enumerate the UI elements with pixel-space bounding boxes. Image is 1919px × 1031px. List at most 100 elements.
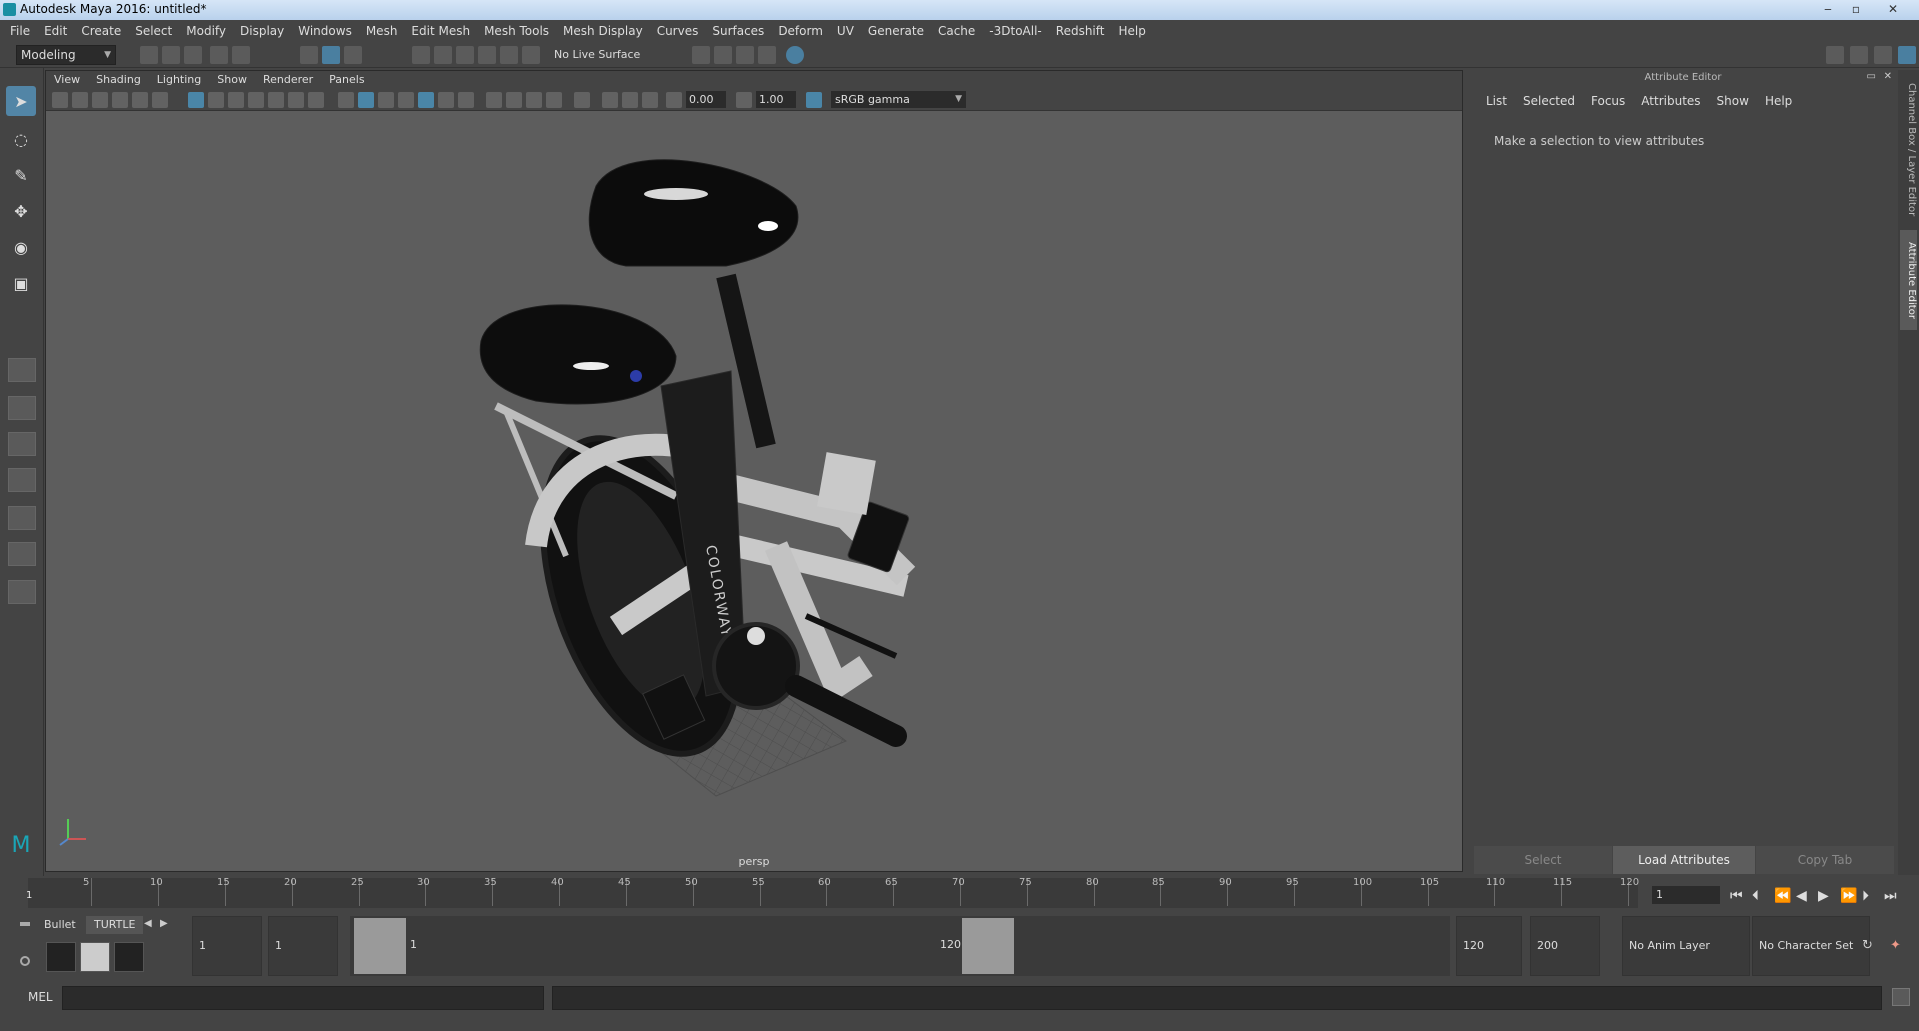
camera-attributes-icon[interactable] [72, 92, 88, 108]
persp-outliner-layout-icon[interactable] [8, 432, 36, 456]
snap-live-icon[interactable] [500, 46, 518, 64]
snap-view-plane-icon[interactable] [478, 46, 496, 64]
maximize-icon[interactable]: ▫ [1843, 1, 1869, 17]
shelf-tab-bullet[interactable]: Bullet [36, 916, 84, 934]
isolate-select-icon[interactable] [574, 92, 590, 108]
anti-aliasing-icon[interactable] [642, 92, 658, 108]
playback-end-field[interactable]: 120 [1456, 916, 1522, 976]
menu-display[interactable]: Display [233, 20, 291, 42]
minimize-icon[interactable]: ‒ [1815, 1, 1841, 17]
persp-hypershade-layout-icon[interactable] [8, 506, 36, 530]
menu-deform[interactable]: Deform [771, 20, 830, 42]
wireframe-on-shaded-icon[interactable] [398, 92, 414, 108]
gamma-field[interactable]: 1.00 [756, 91, 796, 108]
hud-icon[interactable] [602, 92, 618, 108]
move-tool-icon[interactable]: ✥ [6, 196, 36, 226]
play-backwards-icon[interactable]: ◀ [1796, 888, 1807, 904]
step-forward-icon[interactable]: ⏵ [1862, 888, 1869, 904]
ae-menu-attributes[interactable]: Attributes [1633, 94, 1708, 108]
menu-cache[interactable]: Cache [931, 20, 982, 42]
attribute-editor-tab[interactable]: Attribute Editor [1900, 230, 1917, 330]
turtle-sphere-shelf-icon[interactable] [114, 942, 144, 972]
ae-menu-selected[interactable]: Selected [1515, 94, 1583, 108]
script-language-label[interactable]: MEL [28, 990, 53, 1004]
menu-set-dropdown[interactable]: Modeling ▼ [16, 45, 116, 65]
menu-edit-mesh[interactable]: Edit Mesh [404, 20, 477, 42]
xray-active-icon[interactable] [506, 92, 522, 108]
ae-menu-help[interactable]: Help [1757, 94, 1800, 108]
auto-key-icon[interactable]: ↻ [1862, 938, 1873, 953]
shelf-scroll-left-icon[interactable]: ◀ [144, 918, 152, 929]
animation-preferences-icon[interactable]: ✦ [1890, 938, 1901, 953]
menu-surfaces[interactable]: Surfaces [705, 20, 771, 42]
select-object-icon[interactable] [322, 46, 340, 64]
persp-graph-layout-icon[interactable] [8, 468, 36, 492]
tool-settings-icon[interactable] [1874, 46, 1892, 64]
panel-menu-show[interactable]: Show [209, 71, 255, 89]
save-scene-icon[interactable] [184, 46, 202, 64]
paint-select-tool-icon[interactable]: ✎ [6, 160, 36, 190]
menu-mesh[interactable]: Mesh [359, 20, 405, 42]
gamma-icon[interactable] [736, 92, 752, 108]
ae-menu-focus[interactable]: Focus [1583, 94, 1633, 108]
outliner-persp-layout-icon[interactable] [8, 542, 36, 566]
range-slider[interactable]: 1 120 [350, 916, 1450, 976]
panel-menu-shading[interactable]: Shading [88, 71, 149, 89]
script-editor-icon[interactable] [1892, 988, 1910, 1006]
xray-joints-icon[interactable] [526, 92, 542, 108]
safe-action-icon[interactable] [288, 92, 304, 108]
open-scene-icon[interactable] [162, 46, 180, 64]
menu-help[interactable]: Help [1111, 20, 1152, 42]
render-view-icon[interactable] [786, 46, 804, 64]
four-view-layout-icon[interactable] [8, 396, 36, 420]
render-current-frame-icon[interactable] [692, 46, 710, 64]
copy-tab-button[interactable]: Copy Tab [1756, 846, 1894, 874]
live-surface-field[interactable]: No Live Surface [550, 45, 646, 65]
menu-file[interactable]: File [0, 20, 37, 42]
animation-start-field[interactable]: 1 [192, 916, 262, 976]
select-component-icon[interactable] [344, 46, 362, 64]
render-settings-icon[interactable] [736, 46, 754, 64]
ae-menu-list[interactable]: List [1478, 94, 1515, 108]
shelf-scroll-right-icon[interactable]: ▶ [160, 918, 168, 929]
close-icon[interactable]: ✕ [1880, 1, 1906, 17]
shelf-tab-turtle[interactable]: TURTLE [86, 916, 144, 934]
menu-create[interactable]: Create [74, 20, 128, 42]
color-management-icon[interactable] [806, 92, 822, 108]
range-start-handle[interactable] [354, 918, 406, 974]
menu-mesh-tools[interactable]: Mesh Tools [477, 20, 556, 42]
custom-layout-icon[interactable] [8, 580, 36, 604]
select-hierarchy-icon[interactable] [300, 46, 318, 64]
shelf-menu-icon[interactable] [20, 922, 30, 926]
bookmark-icon[interactable] [92, 92, 108, 108]
panel-menu-renderer[interactable]: Renderer [255, 71, 321, 89]
scale-tool-icon[interactable]: ▣ [6, 268, 36, 298]
float-panel-icon[interactable]: ▭ [1867, 71, 1876, 82]
xray-icon[interactable] [486, 92, 502, 108]
menu-modify[interactable]: Modify [179, 20, 233, 42]
lasso-tool-icon[interactable]: ◌ [6, 124, 36, 154]
step-back-icon[interactable]: ⏴ [1752, 888, 1759, 904]
exposure-icon[interactable] [666, 92, 682, 108]
resolution-gate-icon[interactable] [228, 92, 244, 108]
channel-box-tab[interactable]: Channel Box / Layer Editor [1900, 80, 1917, 220]
menu-select[interactable]: Select [128, 20, 179, 42]
ambient-occlusion-icon[interactable] [546, 92, 562, 108]
play-forwards-icon[interactable]: ▶ [1818, 888, 1829, 904]
snap-point-icon[interactable] [456, 46, 474, 64]
ae-menu-show[interactable]: Show [1709, 94, 1757, 108]
step-forward-key-icon[interactable]: ⏩ [1840, 888, 1857, 904]
channel-box-toggle-icon[interactable] [1898, 46, 1916, 64]
range-end-handle[interactable] [962, 918, 1014, 974]
use-all-lights-icon[interactable] [438, 92, 454, 108]
film-gate-icon[interactable] [208, 92, 224, 108]
command-input[interactable] [62, 986, 544, 1010]
turtle-bake-shelf-icon[interactable] [80, 942, 110, 972]
default-material-icon[interactable] [378, 92, 394, 108]
close-panel-icon[interactable]: ✕ [1884, 71, 1892, 82]
character-set-dropdown[interactable]: No Character Set [1752, 916, 1870, 976]
shadows-icon[interactable] [458, 92, 474, 108]
grid-icon[interactable] [188, 92, 204, 108]
current-frame-field[interactable]: 1 [1652, 886, 1720, 904]
gate-mask-icon[interactable] [248, 92, 264, 108]
